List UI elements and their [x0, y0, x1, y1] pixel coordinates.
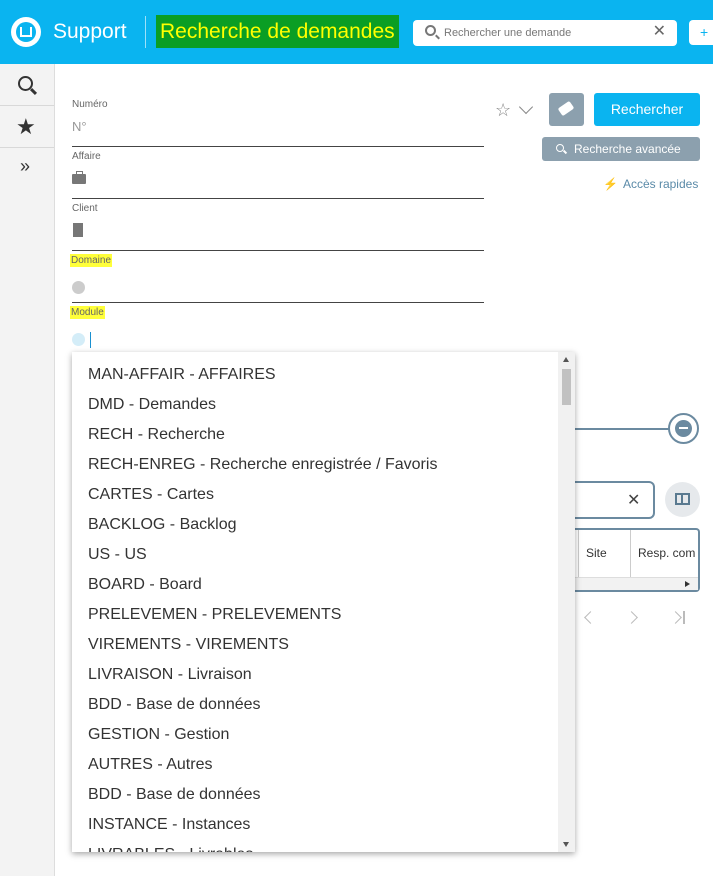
clear-form-button[interactable] — [549, 93, 584, 126]
dropdown-option[interactable]: RECH-ENREG - Recherche enregistrée / Fav… — [72, 450, 558, 480]
module-field[interactable]: Module — [70, 306, 484, 355]
domaine-field[interactable]: Domaine — [70, 254, 484, 303]
numero-field[interactable]: Numéro N° — [72, 99, 484, 147]
columns-icon — [675, 493, 690, 505]
results-table: Site Resp. com — [575, 528, 700, 592]
previous-page-icon[interactable] — [584, 611, 597, 624]
eraser-icon — [557, 100, 575, 117]
search-button[interactable]: Rechercher — [594, 93, 700, 126]
results-filter-input[interactable]: ✕ — [575, 481, 655, 519]
dropdown-option[interactable]: BDD - Base de données — [72, 690, 558, 720]
sidebar-item-search[interactable] — [0, 66, 54, 106]
dropdown-option[interactable]: GESTION - Gestion — [72, 720, 558, 750]
dropdown-option[interactable]: BDD - Base de données — [72, 780, 558, 810]
dropdown-option[interactable]: DMD - Demandes — [72, 390, 558, 420]
collapse-toggle-button[interactable] — [668, 413, 699, 444]
page-title: Recherche de demandes — [156, 15, 399, 48]
dropdown-option[interactable]: RECH - Recherche — [72, 420, 558, 450]
last-page-bar — [683, 611, 685, 624]
scrollbar-thumb[interactable] — [562, 369, 571, 405]
column-divider — [630, 530, 631, 577]
dropdown-option[interactable]: BACKLOG - Backlog — [72, 510, 558, 540]
dropdown-option[interactable]: US - US — [72, 540, 558, 570]
dropdown-option[interactable]: MAN-AFFAIR - AFFAIRES — [72, 360, 558, 390]
search-icon — [18, 76, 33, 91]
zoom-out-icon — [675, 420, 692, 437]
global-search-box[interactable]: ✕ — [413, 20, 677, 46]
dropdown-option[interactable]: BOARD - Board — [72, 570, 558, 600]
next-page-icon[interactable] — [625, 611, 638, 624]
clear-filter-icon[interactable]: ✕ — [627, 490, 640, 510]
add-button[interactable]: + — [689, 20, 713, 45]
client-field[interactable]: Client — [72, 203, 484, 251]
search-icon — [556, 144, 564, 152]
scroll-down-arrow-icon[interactable] — [563, 842, 569, 847]
app-title[interactable]: Support — [53, 20, 127, 44]
advanced-search-label: Recherche avancée — [574, 142, 681, 156]
dropdown-option[interactable]: LIVRABLES - Livrables — [72, 840, 558, 852]
columns-button[interactable] — [665, 482, 700, 517]
module-circle-icon — [72, 333, 85, 346]
client-label: Client — [72, 203, 98, 214]
title-divider — [145, 16, 146, 48]
numero-label: Numéro — [72, 99, 108, 110]
star-icon: ★ — [16, 114, 36, 139]
collapse-divider-line — [575, 428, 670, 430]
module-dropdown[interactable]: MAN-AFFAIR - AFFAIRES DMD - Demandes REC… — [72, 352, 575, 852]
affaire-label: Affaire — [72, 151, 101, 162]
global-search-input[interactable] — [444, 24, 644, 42]
numero-placeholder: N° — [72, 119, 87, 134]
quick-access-link[interactable]: ⚡ Accès rapides — [603, 177, 698, 191]
dropdown-option[interactable]: PRELEVEMEN - PRELEVEMENTS — [72, 600, 558, 630]
affaire-field[interactable]: Affaire — [72, 151, 484, 199]
app-logo-icon[interactable] — [11, 17, 41, 47]
scroll-up-arrow-icon[interactable] — [563, 357, 569, 362]
module-options-list: MAN-AFFAIR - AFFAIRES DMD - Demandes REC… — [72, 360, 558, 852]
domaine-circle-icon — [72, 281, 85, 294]
dropdown-option[interactable]: INSTANCE - Instances — [72, 810, 558, 840]
column-header-site[interactable]: Site — [586, 546, 607, 560]
dropdown-scrollbar[interactable] — [558, 352, 575, 852]
column-header-resp-com[interactable]: Resp. com — [638, 546, 696, 560]
search-icon — [425, 25, 436, 36]
sidebar-expand-button[interactable]: » — [0, 150, 54, 190]
quick-access-label: Accès rapides — [622, 177, 699, 191]
dropdown-option[interactable]: LIVRAISON - Livraison — [72, 660, 558, 690]
sidebar-item-favorites[interactable]: ★ — [0, 108, 54, 148]
dropdown-option[interactable]: CARTES - Cartes — [72, 480, 558, 510]
bolt-icon: ⚡ — [603, 177, 618, 191]
advanced-search-button[interactable]: Recherche avancée — [542, 137, 700, 161]
column-divider — [578, 530, 579, 577]
dropdown-option[interactable]: AUTRES - Autres — [72, 750, 558, 780]
domaine-label: Domaine — [70, 254, 113, 267]
sidebar: ★ » — [0, 64, 55, 876]
clear-search-icon[interactable]: ✕ — [653, 23, 666, 41]
text-caret — [90, 332, 91, 348]
favorite-star-icon[interactable]: ☆ — [495, 100, 511, 121]
top-bar: Support Recherche de demandes ✕ + — [0, 0, 713, 64]
chevron-down-icon[interactable] — [518, 99, 534, 115]
double-chevron-right-icon: » — [20, 156, 31, 176]
last-page-icon[interactable] — [669, 611, 682, 624]
table-horizontal-scrollbar[interactable] — [575, 577, 698, 590]
dropdown-option[interactable]: VIREMENTS - VIREMENTS — [72, 630, 558, 660]
module-label: Module — [70, 306, 105, 319]
